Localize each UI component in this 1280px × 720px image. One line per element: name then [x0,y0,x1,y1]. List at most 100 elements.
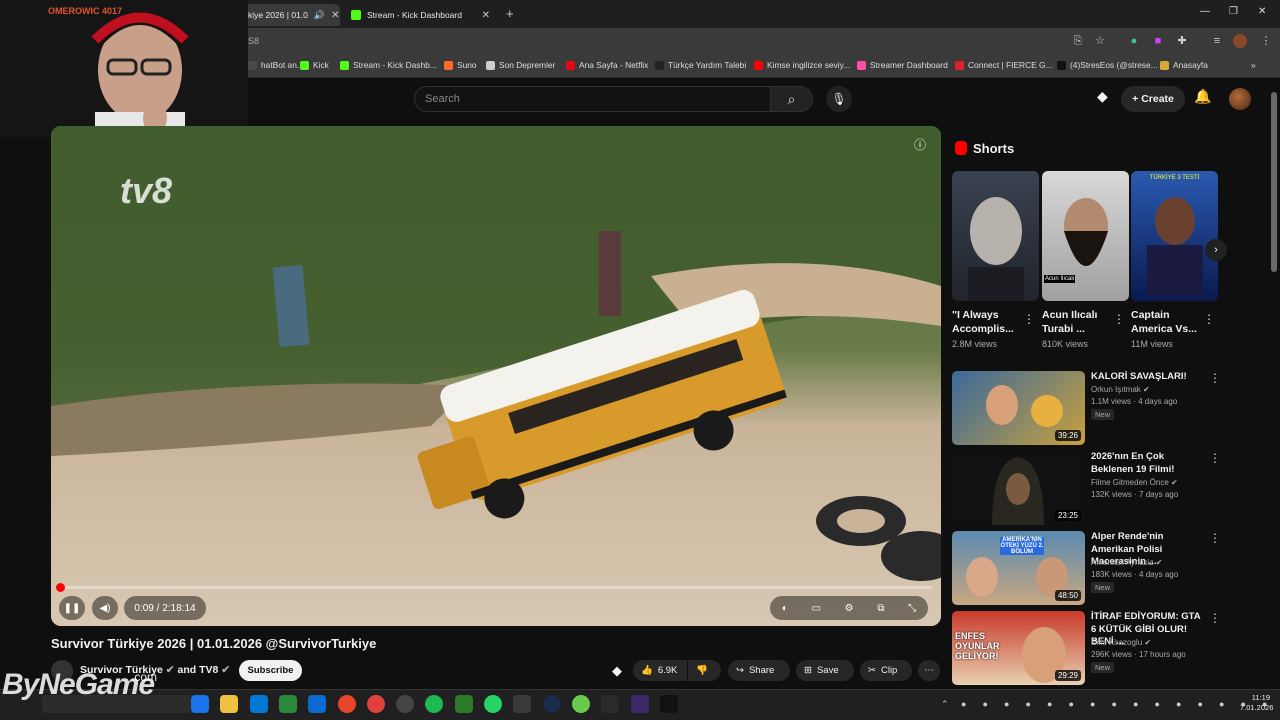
whatsapp-icon[interactable] [484,695,502,713]
scrubber-handle[interactable] [56,583,65,592]
whatsapp-tray-icon[interactable]: ● [961,699,966,709]
minecraft-icon[interactable] [601,695,620,713]
edge-icon[interactable] [191,695,209,713]
mic-icon[interactable]: ● [1219,699,1224,709]
short-thumbnail[interactable]: Acun Ilıcalı [1042,171,1129,301]
avatar[interactable] [1229,88,1251,110]
extension-icon[interactable]: ■ [1151,34,1165,48]
close-tab-icon[interactable]: ✕ [331,10,339,21]
edge-icon[interactable] [249,695,268,713]
media-icon[interactable]: ≡ [1210,34,1224,48]
steam-icon[interactable] [542,695,561,713]
kick-tray-icon[interactable]: ● [1047,699,1052,709]
short-title[interactable]: "I Always Accomplis... [952,308,1018,336]
store-icon[interactable] [278,695,297,713]
new-tab-icon[interactable]: + [506,6,514,21]
bookmark-item[interactable]: Suno [444,60,477,70]
taskbar-clock[interactable]: 11:19 7.01.2026 [1240,693,1273,713]
channel-name[interactable]: Filme Gitmeden Önce ✔ [1091,478,1178,487]
close-window-icon[interactable]: ✕ [1258,6,1266,17]
menu-icon[interactable]: ⋮ [1259,34,1273,48]
more-icon[interactable]: ⋮ [1113,312,1125,326]
chrome-icon[interactable] [337,695,356,713]
create-button[interactable]: + Create [1121,86,1185,112]
more-icon[interactable]: ⋮ [1209,611,1221,625]
bookmark-item[interactable]: (4)StresEos (@strese... [1057,60,1158,70]
bookmark-item[interactable]: Son Depremler [486,60,555,70]
tab-youtube[interactable]: kiye 2026 | 01.0 🔊 ✕ [240,4,340,26]
epic-games-icon[interactable] [659,695,678,713]
more-icon[interactable]: ⋮ [1209,531,1221,545]
steam-tray-icon[interactable]: ● [1155,699,1160,709]
share-button[interactable]: ↪ Share [728,660,790,681]
pause-button[interactable]: ❚❚ [59,596,85,620]
profile-icon[interactable] [1233,34,1247,48]
app-icon[interactable] [513,695,532,713]
bookmark-item[interactable]: hatBot an... [248,60,304,70]
close-tab-icon[interactable]: ✕ [482,10,490,21]
app-tray-icon[interactable]: ● [1026,699,1031,709]
fullscreen-icon[interactable]: ⤡ [908,603,916,614]
cast-icon[interactable]: ◆ [1097,88,1108,105]
bookmark-item[interactable]: Kimse ingilizce seviy... [754,60,850,70]
obs-icon[interactable] [396,695,415,713]
more-bookmarks-icon[interactable]: » [1251,60,1256,70]
short-title[interactable]: Captain America Vs... [1131,308,1197,336]
tray-chevron-icon[interactable]: ⌃ [941,699,949,710]
more-icon[interactable]: ⋮ [1023,312,1035,326]
dislike-button[interactable]: 👎 [688,660,721,681]
video-thumbnail[interactable]: ENFES OYUNLAR GELİYOR! 29:29 [952,611,1085,685]
game-icon[interactable] [571,695,590,713]
scrollbar[interactable] [1271,92,1277,272]
url-text[interactable]: S8 [248,36,259,46]
star-icon[interactable]: ☆ [1093,34,1107,48]
bookmark-item[interactable]: Türkçe Yardım Talebi [655,60,746,70]
channel-name[interactable]: Amerikali Aynasiz ✔ [1091,558,1162,567]
voice-search-button[interactable]: 🎙 [826,86,852,112]
more-icon[interactable]: ⋮ [1209,371,1221,385]
app-tray-icon[interactable]: ● [1004,699,1009,709]
bookmark-item[interactable]: Ana Sayfa - Netflix [566,60,648,70]
save-button[interactable]: ⊞ Save [796,660,854,681]
autoplay-toggle-icon[interactable]: ◐ [782,603,788,614]
puzzle-icon[interactable]: ✚ [1175,34,1189,48]
search-input[interactable]: Search [414,86,771,112]
volume-button[interactable]: ◀) [92,596,118,620]
like-button[interactable]: 👍 6.9K [633,660,687,681]
opera-icon[interactable] [366,695,385,713]
more-icon[interactable]: ⋮ [1203,312,1215,326]
channel-name[interactable]: Enis Kirazoglu ✔ [1091,638,1151,647]
app-icon[interactable] [630,695,649,713]
app-tray-icon[interactable]: ● [1176,699,1181,709]
video-thumbnail[interactable]: 39:26 [952,371,1085,445]
short-thumbnail[interactable] [952,171,1039,301]
notifications-icon[interactable]: 🔔 [1194,88,1211,105]
app-tray-icon[interactable]: ● [1069,699,1074,709]
tab-kick-dashboard[interactable]: Stream - Kick Dashboard ✕ [343,4,498,26]
app-tray-icon[interactable]: ● [1112,699,1117,709]
progress-track[interactable] [60,586,932,589]
channel-name[interactable]: Orkun Işıtmak ✔ [1091,385,1150,394]
bookmark-item[interactable]: Anasayfa [1160,60,1208,70]
video-title[interactable]: KALORİ SAVAŞLARI! [1091,371,1206,384]
bookmark-item[interactable]: Kick [300,60,329,70]
app-tray-icon[interactable]: ● [1198,699,1203,709]
app-tray-icon[interactable]: ● [983,699,988,709]
info-icon[interactable]: ⓘ [914,136,926,153]
captions-icon[interactable]: ▭ [812,603,821,614]
shorts-next-button[interactable]: › [1205,239,1227,261]
folder-icon[interactable] [220,695,239,713]
record-tray-icon[interactable]: ● [1133,699,1138,709]
video-title[interactable]: 2026'nın En Çok Beklenen 19 Filmi! [1091,451,1206,476]
bookmark-item[interactable]: Streamer Dashboard [857,60,948,70]
maximize-icon[interactable]: ❐ [1229,6,1238,17]
short-title[interactable]: Acun Ilıcalı Turabi ... [1042,308,1108,336]
cast-icon[interactable]: ◆ [612,663,622,679]
more-actions-button[interactable]: ⋯ [918,660,940,681]
audio-icon[interactable]: 🔊 [314,10,325,21]
mail-icon[interactable] [308,695,327,713]
clip-button[interactable]: ✂ Clip [860,660,912,681]
search-button[interactable]: ⌕ [771,86,813,112]
discord-tray-icon[interactable]: ● [1090,699,1095,709]
minimize-icon[interactable]: — [1200,6,1210,17]
